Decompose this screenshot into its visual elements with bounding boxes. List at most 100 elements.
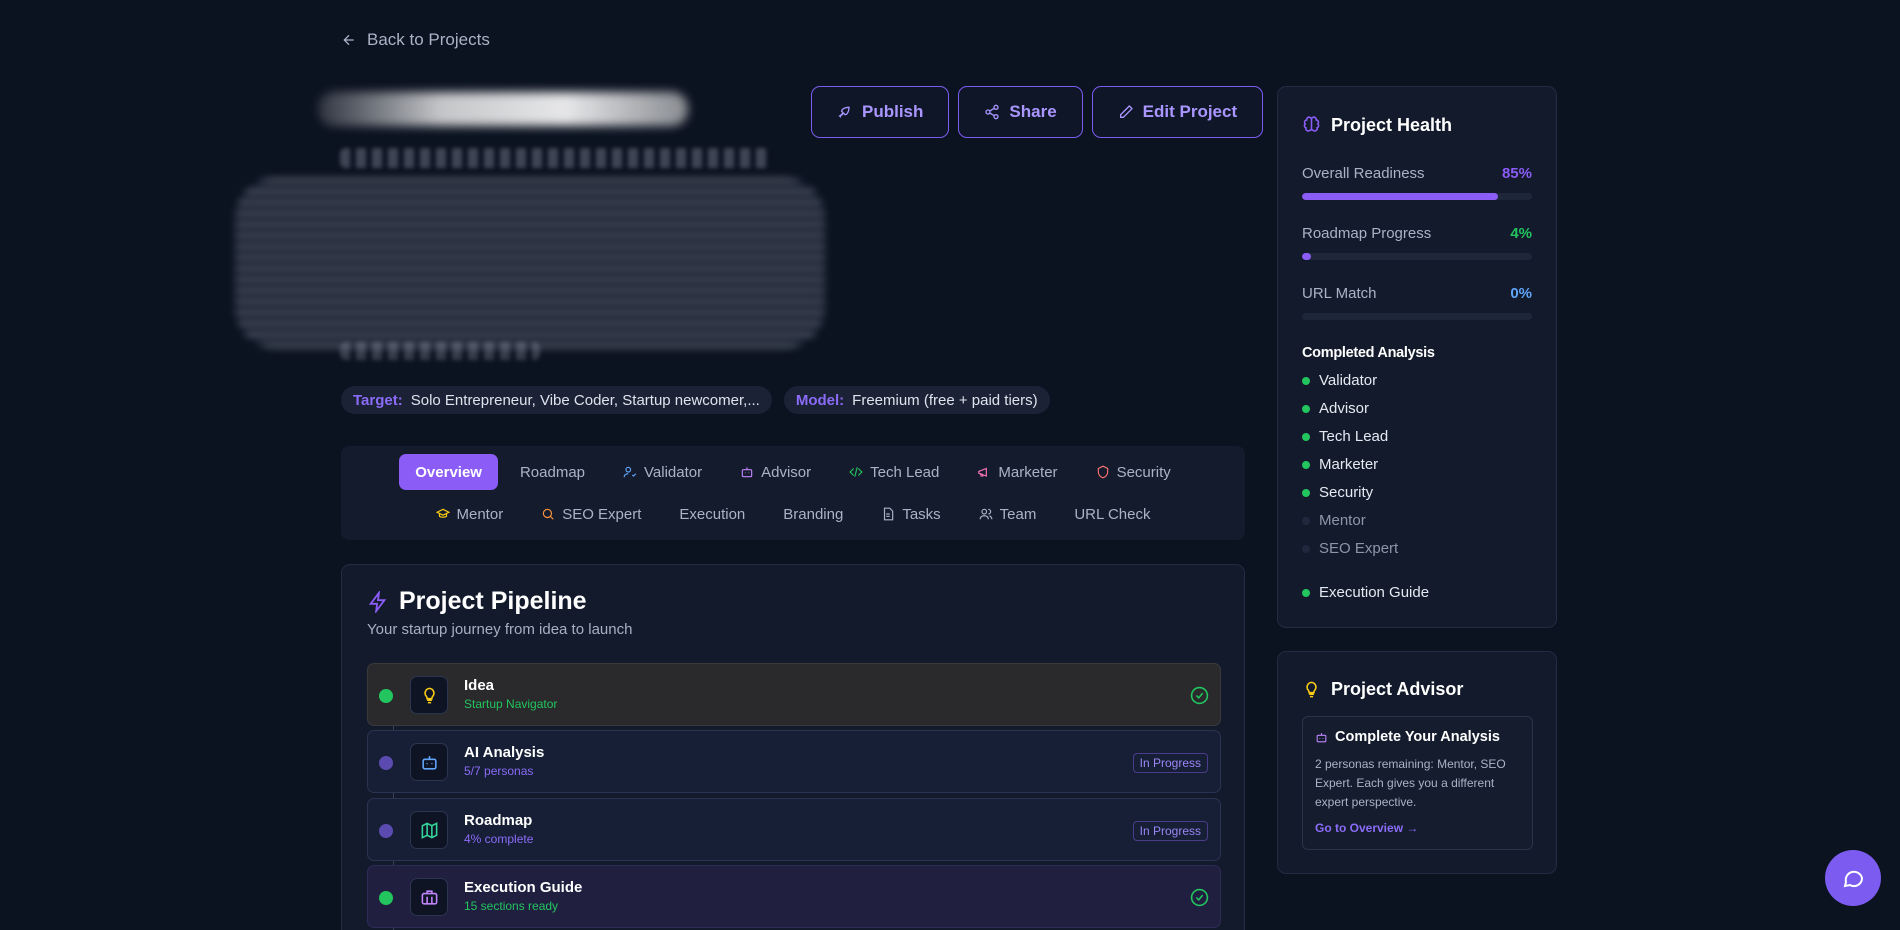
- pipeline-title-row: Project Pipeline: [367, 587, 587, 616]
- tab-mentor[interactable]: Mentor: [420, 496, 520, 532]
- project-tagline-redacted: [340, 148, 770, 168]
- stage-icon-box: [410, 743, 448, 781]
- tab-label: SEO Expert: [562, 505, 642, 523]
- project-advisor-card: Project Advisor Complete Your Analysis 2…: [1277, 651, 1557, 874]
- stage-name: Execution Guide: [464, 879, 583, 896]
- tab-tech-lead[interactable]: Tech Lead: [833, 454, 955, 490]
- done-dot: [1302, 588, 1310, 597]
- analysis-item-label: Security: [1319, 484, 1374, 501]
- chat-button[interactable]: [1825, 850, 1881, 906]
- analysis-item-label: Validator: [1319, 372, 1378, 389]
- megaphone-icon: [978, 467, 988, 477]
- model-tag-value: Freemium (free + paid tiers): [852, 391, 1038, 409]
- target-tag: Target: Solo Entrepreneur, Vibe Coder, S…: [341, 386, 772, 414]
- tab-marketer[interactable]: Marketer: [961, 454, 1073, 490]
- pipeline-subtitle: Your startup journey from idea to launch: [367, 621, 633, 638]
- metric-label: Overall Readiness: [1302, 165, 1425, 182]
- document-icon: [884, 507, 894, 521]
- completed-analysis-title: Completed Analysis: [1302, 345, 1435, 361]
- check-circle-icon: [1190, 888, 1209, 907]
- metric-value: 85%: [1501, 165, 1532, 182]
- arrow-left-icon: [343, 34, 354, 46]
- pencil-icon: [1119, 105, 1133, 118]
- project-tabs: Overview Roadmap Validator Advisor Tech …: [341, 446, 1245, 540]
- map-icon: [421, 821, 437, 839]
- tab-url-check[interactable]: URL Check: [1058, 496, 1166, 532]
- tab-seo-expert[interactable]: SEO Expert: [525, 496, 657, 532]
- analysis-item-validator: Validator: [1302, 372, 1377, 389]
- share-label: Share: [1009, 102, 1057, 121]
- share-button[interactable]: Share: [958, 86, 1083, 138]
- advisor-title-row: Project Advisor: [1302, 679, 1463, 700]
- robot-icon: [1316, 732, 1327, 742]
- robot-icon: [421, 755, 437, 770]
- project-description-tail-redacted: [340, 342, 540, 360]
- lightning-icon: [368, 590, 387, 613]
- suggestion-title: Complete Your Analysis: [1335, 729, 1500, 745]
- edit-project-button[interactable]: Edit Project: [1091, 86, 1264, 138]
- done-dot: [1302, 404, 1310, 413]
- pipeline-title: Project Pipeline: [399, 587, 587, 615]
- tab-label: Team: [999, 505, 1037, 523]
- stage-status: 5/7 personas: [464, 764, 534, 778]
- stage-icon-box: [410, 676, 448, 714]
- check-circle-icon: [1190, 686, 1209, 705]
- analysis-item-tech-lead: Tech Lead: [1302, 428, 1388, 445]
- user-check-icon: [623, 466, 637, 478]
- tab-validator[interactable]: Validator: [607, 454, 718, 490]
- project-pipeline-card: Project Pipeline Your startup journey fr…: [341, 564, 1245, 930]
- progress-fill: [1302, 193, 1498, 200]
- tab-label: Security: [1116, 463, 1171, 481]
- stage-name: Roadmap: [464, 812, 533, 829]
- lightbulb-icon: [1306, 681, 1317, 698]
- health-title: Project Health: [1331, 115, 1453, 135]
- tab-label: Roadmap: [519, 463, 586, 481]
- stage-icon-box: [410, 878, 448, 916]
- metric-label: URL Match: [1302, 285, 1377, 302]
- stage-status: 15 sections ready: [464, 899, 559, 913]
- analysis-item-marketer: Marketer: [1302, 456, 1378, 473]
- tab-label: Tasks: [902, 505, 941, 523]
- done-dot: [1302, 376, 1310, 385]
- tab-execution[interactable]: Execution: [663, 496, 761, 532]
- stage-name: AI Analysis: [464, 744, 545, 761]
- analysis-item-seo-expert: SEO Expert: [1302, 540, 1398, 557]
- tab-label: Mentor: [456, 505, 504, 523]
- analysis-item-label: SEO Expert: [1319, 540, 1399, 557]
- stage-status: 4% complete: [464, 832, 534, 846]
- in-progress-badge: In Progress: [1132, 821, 1208, 841]
- tab-overview[interactable]: Overview: [399, 454, 498, 490]
- tab-team[interactable]: Team: [963, 496, 1053, 532]
- tab-label: Marketer: [998, 463, 1058, 481]
- back-to-projects-link[interactable]: Back to Projects: [341, 30, 490, 50]
- stage-execution-guide[interactable]: Execution Guide 15 sections ready: [367, 865, 1221, 928]
- tab-label: URL Check: [1074, 505, 1151, 523]
- tab-branding[interactable]: Branding: [767, 496, 859, 532]
- project-title-redacted: [318, 92, 688, 126]
- metric-overall-readiness: Overall Readiness 85%: [1302, 165, 1532, 200]
- project-tags: Target: Solo Entrepreneur, Vibe Coder, S…: [341, 386, 1050, 414]
- tab-advisor[interactable]: Advisor: [724, 454, 827, 490]
- briefcase-icon: [421, 889, 437, 905]
- rocket-icon: [838, 106, 850, 118]
- stage-roadmap[interactable]: Roadmap 4% complete In Progress: [367, 798, 1221, 861]
- tab-security[interactable]: Security: [1080, 454, 1187, 490]
- go-to-overview-link[interactable]: Go to Overview →: [1315, 821, 1418, 835]
- back-label: Back to Projects: [367, 30, 490, 49]
- metric-value: 0%: [1510, 285, 1532, 302]
- stage-status-dot: [379, 689, 393, 703]
- tab-tasks[interactable]: Tasks: [865, 496, 956, 532]
- publish-button[interactable]: Publish: [811, 86, 950, 138]
- tab-label: Advisor: [761, 463, 812, 481]
- project-description-redacted: [235, 178, 825, 348]
- metric-roadmap-progress: Roadmap Progress 4%: [1302, 225, 1532, 260]
- tab-roadmap[interactable]: Roadmap: [504, 454, 601, 490]
- stage-ai-analysis[interactable]: AI Analysis 5/7 personas In Progress: [367, 730, 1221, 793]
- target-tag-value: Solo Entrepreneur, Vibe Coder, Startup n…: [410, 391, 760, 409]
- analysis-item-label: Marketer: [1319, 456, 1379, 473]
- publish-label: Publish: [862, 102, 924, 121]
- done-dot: [1302, 488, 1310, 497]
- analysis-item-label: Execution Guide: [1319, 584, 1430, 601]
- chat-bubble-icon: [1843, 870, 1864, 888]
- stage-idea[interactable]: Idea Startup Navigator: [367, 663, 1221, 726]
